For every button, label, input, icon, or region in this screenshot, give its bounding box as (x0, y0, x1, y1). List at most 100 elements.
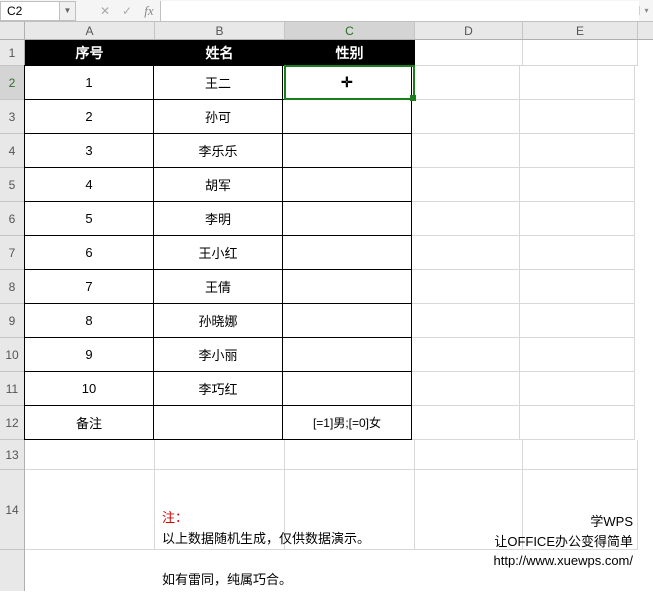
cell-name[interactable]: 李明 (153, 201, 283, 236)
row-header-14[interactable]: 14 (0, 470, 24, 550)
select-all-corner[interactable] (0, 22, 25, 40)
col-header-D[interactable]: D (415, 22, 523, 39)
cell-name[interactable]: 王小红 (153, 235, 283, 270)
formula-bar-expand[interactable]: ▾ (639, 6, 653, 15)
row-header-12[interactable]: 12 (0, 406, 24, 440)
cell-gender[interactable] (282, 201, 412, 236)
cell[interactable] (412, 66, 520, 100)
cell[interactable] (412, 134, 520, 168)
cell[interactable] (523, 40, 638, 66)
table-row: 8孙晓娜 (25, 304, 653, 338)
cell[interactable] (520, 304, 635, 338)
cell-gender[interactable] (282, 371, 412, 406)
spreadsheet-grid: A B C D E 1234567891011121314 序号 姓名 性别 1… (0, 22, 653, 591)
formula-input[interactable] (160, 1, 639, 21)
cell-seq[interactable]: 4 (24, 167, 154, 202)
cell-name[interactable]: 孙可 (153, 99, 283, 134)
cell-name[interactable]: 王倩 (153, 269, 283, 304)
note-text: 注： 以上数据随机生成，仅供数据演示。 如有雷同，纯属巧合。 (160, 506, 420, 593)
cell-name[interactable]: 李巧红 (153, 371, 283, 406)
row-header-7[interactable]: 7 (0, 236, 24, 270)
remarks-format[interactable]: [=1]男;[=0]女 (282, 405, 412, 440)
cell[interactable] (412, 406, 520, 440)
cell-name[interactable]: 孙晓娜 (153, 303, 283, 338)
cell-seq[interactable]: 2 (24, 99, 154, 134)
cell[interactable] (415, 40, 523, 66)
cell[interactable] (520, 236, 635, 270)
cell-gender[interactable] (282, 303, 412, 338)
cell-name[interactable]: 李乐乐 (153, 133, 283, 168)
cell[interactable] (412, 270, 520, 304)
cell-gender[interactable] (282, 269, 412, 304)
table-row: 1王二 (25, 66, 653, 100)
cell-seq[interactable]: 6 (24, 235, 154, 270)
cell-seq[interactable]: 8 (24, 303, 154, 338)
cell-seq[interactable]: 5 (24, 201, 154, 236)
cell-gender[interactable] (282, 337, 412, 372)
remarks-label[interactable]: 备注 (24, 405, 154, 440)
cell-gender[interactable] (282, 133, 412, 168)
row-header-4[interactable]: 4 (0, 134, 24, 168)
cell[interactable] (520, 134, 635, 168)
row-header-13[interactable]: 13 (0, 440, 24, 470)
cell[interactable] (412, 100, 520, 134)
table-row: 7王倩 (25, 270, 653, 304)
cell[interactable] (25, 470, 155, 550)
cell[interactable] (520, 406, 635, 440)
cell[interactable] (520, 338, 635, 372)
cell[interactable] (153, 405, 283, 440)
row-header-11[interactable]: 11 (0, 372, 24, 406)
row-header-8[interactable]: 8 (0, 270, 24, 304)
row-header-6[interactable]: 6 (0, 202, 24, 236)
cell[interactable] (412, 202, 520, 236)
name-box-dropdown[interactable]: ▼ (60, 1, 76, 21)
cell-seq[interactable]: 7 (24, 269, 154, 304)
cell-seq[interactable]: 10 (24, 371, 154, 406)
row-header-1[interactable]: 1 (0, 40, 24, 66)
cells-area[interactable]: 序号 姓名 性别 1王二2孙可3李乐乐4胡军5李明6王小红7王倩8孙晓娜9李小丽… (25, 40, 653, 591)
cell[interactable] (520, 270, 635, 304)
row-header-10[interactable]: 10 (0, 338, 24, 372)
note-line1: 以上数据随机生成，仅供数据演示。 (162, 531, 370, 546)
row-header-5[interactable]: 5 (0, 168, 24, 202)
note-title: 注： (162, 510, 188, 525)
cell-name[interactable]: 李小丽 (153, 337, 283, 372)
col-header-A[interactable]: A (25, 22, 155, 39)
cell-gender[interactable] (282, 235, 412, 270)
row-header-9[interactable]: 9 (0, 304, 24, 338)
cell[interactable] (415, 440, 523, 470)
col-header-B[interactable]: B (155, 22, 285, 39)
cell[interactable] (520, 100, 635, 134)
col-header-E[interactable]: E (523, 22, 638, 39)
cursor-cross-icon: ✛ (341, 73, 353, 90)
cell-seq[interactable]: 1 (24, 65, 154, 100)
cell[interactable] (520, 168, 635, 202)
cell[interactable] (412, 168, 520, 202)
column-headers: A B C D E (25, 22, 653, 40)
name-box[interactable]: C2 (0, 1, 60, 21)
cell[interactable] (25, 440, 155, 470)
cell-gender[interactable] (282, 167, 412, 202)
table-row: 3李乐乐 (25, 134, 653, 168)
cell-name[interactable]: 王二 (153, 65, 283, 100)
cell-name[interactable]: 胡军 (153, 167, 283, 202)
formula-cancel-button[interactable]: ✕ (94, 1, 116, 21)
cell[interactable] (412, 338, 520, 372)
row-header-2[interactable]: 2 (0, 66, 24, 100)
cell[interactable] (520, 372, 635, 406)
cell[interactable] (523, 440, 638, 470)
cell-gender[interactable] (282, 99, 412, 134)
cell-seq[interactable]: 3 (24, 133, 154, 168)
cell[interactable] (520, 66, 635, 100)
cell[interactable] (412, 304, 520, 338)
formula-confirm-button[interactable]: ✓ (116, 1, 138, 21)
cell[interactable] (285, 440, 415, 470)
cell[interactable] (412, 372, 520, 406)
col-header-C[interactable]: C (285, 22, 415, 39)
row-header-3[interactable]: 3 (0, 100, 24, 134)
fx-button[interactable]: fx (138, 1, 160, 21)
cell[interactable] (412, 236, 520, 270)
cell[interactable] (155, 440, 285, 470)
cell-seq[interactable]: 9 (24, 337, 154, 372)
cell[interactable] (520, 202, 635, 236)
